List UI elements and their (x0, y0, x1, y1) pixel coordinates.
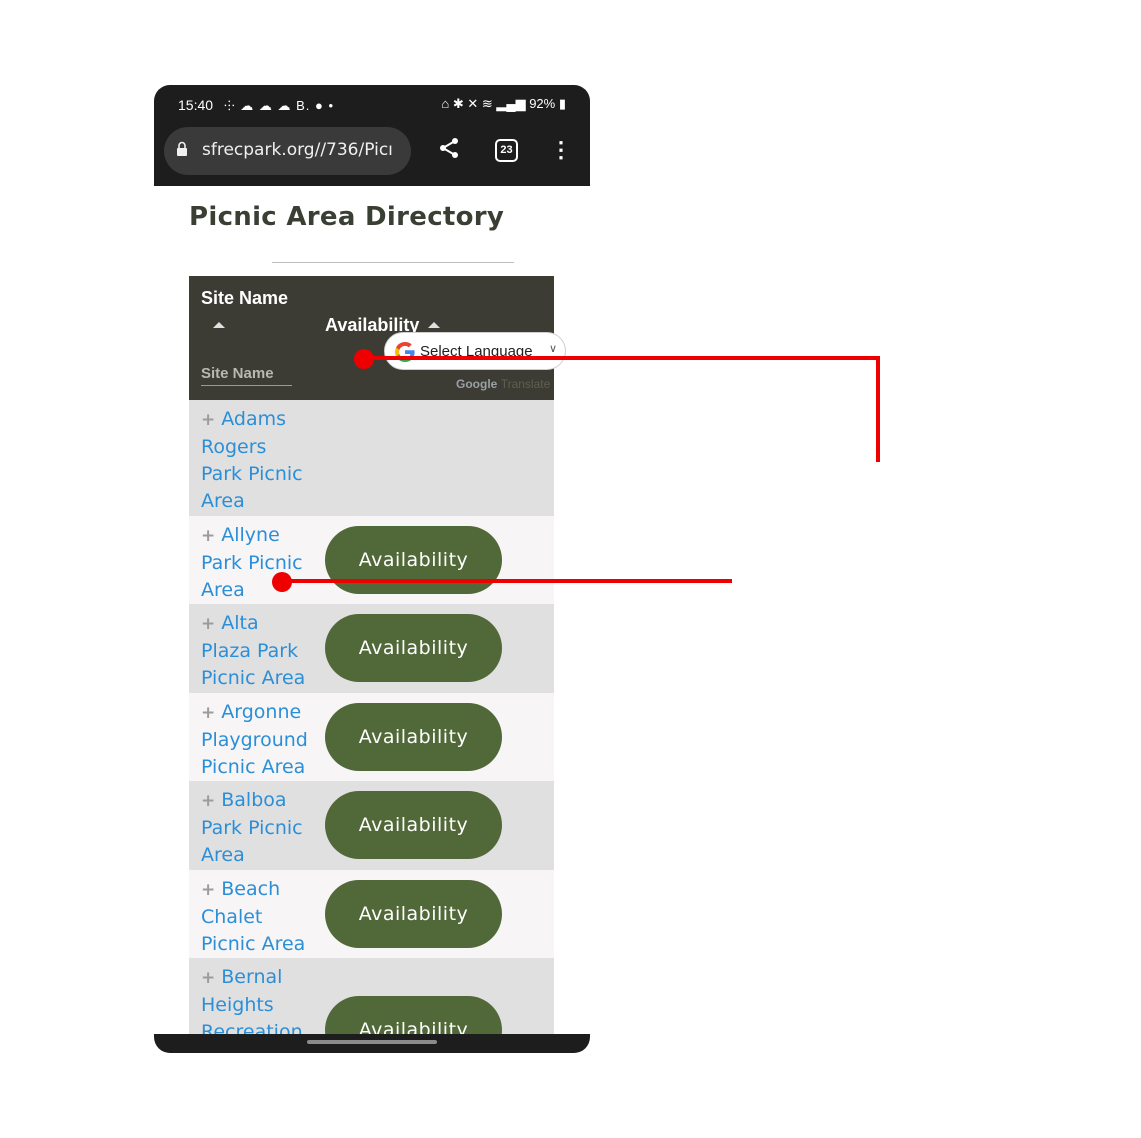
table-row: + Alta Plaza Park Picnic Area Availabilit… (189, 604, 554, 693)
sort-asc-icon[interactable] (428, 322, 440, 328)
site-name-line: Park Picnic (201, 463, 303, 485)
status-bar: 15:40 ⸭ ☁ ☁ ☁ B. ● • ⌂ ✱ ✕ ≋ ▂▄▆ 92% ▮ (154, 85, 590, 125)
site-name-line: Adams (221, 408, 287, 430)
site-name-link[interactable]: + Alta Plaza Park Picnic Area (201, 610, 311, 692)
table-row: + Beach Chalet Picnic Area Availability (189, 870, 554, 958)
availability-button[interactable]: Availability (325, 880, 502, 948)
annotation-line (876, 356, 880, 462)
share-icon[interactable] (438, 137, 460, 165)
translate-wordmark: Translate (500, 377, 551, 391)
overflow-menu-icon[interactable]: ⋮ (550, 137, 572, 163)
site-name-line: Area (201, 844, 245, 866)
site-name-line: Recreation (201, 1021, 303, 1035)
address-bar[interactable]: sfrecpark.org//736/Picı (164, 127, 411, 175)
home-indicator[interactable] (307, 1040, 437, 1044)
site-name-line: Chalet (201, 906, 263, 928)
site-name-line: Playground (201, 729, 308, 751)
site-name-link[interactable]: + Bernal Heights Recreation (201, 964, 311, 1035)
site-name-line: Picnic Area (201, 933, 306, 955)
expand-plus-icon[interactable]: + (201, 614, 215, 634)
site-name-link[interactable]: + Allyne Park Picnic Area (201, 522, 311, 604)
site-name-link[interactable]: + Beach Chalet Picnic Area (201, 876, 311, 958)
site-name-line: Plaza Park (201, 640, 299, 662)
lock-icon (177, 141, 187, 156)
site-name-link[interactable]: + Argonne Playground Picnic Area (201, 699, 311, 781)
site-name-line: Allyne (221, 524, 280, 546)
availability-button[interactable]: Availability (325, 703, 502, 771)
table-row: + Adams Rogers Park Picnic Area (189, 400, 554, 516)
site-name-line: Park Picnic (201, 552, 303, 574)
status-time: 15:40 (178, 97, 214, 113)
google-wordmark: Google (456, 377, 498, 391)
annotation-marker (354, 349, 374, 369)
column-site-name[interactable]: Site Name (201, 288, 288, 309)
tab-switcher-button[interactable]: 23 (495, 139, 518, 162)
site-name-line: Area (201, 579, 245, 601)
battery-percent: 92% (529, 96, 556, 111)
table-row: + Balboa Park Picnic Area Availability (189, 781, 554, 870)
site-name-line: Picnic Area (201, 756, 306, 778)
annotation-line (364, 356, 880, 360)
availability-button[interactable]: Availability (325, 791, 502, 859)
expand-plus-icon[interactable]: + (201, 703, 215, 723)
site-name-line: Picnic Area (201, 667, 306, 689)
expand-plus-icon[interactable]: + (201, 410, 215, 430)
expand-plus-icon[interactable]: + (201, 968, 215, 988)
signal-icons: ⌂ ✱ ✕ ≋ ▂▄▆ (441, 96, 530, 111)
availability-button[interactable]: Availability (325, 526, 502, 594)
site-name-line: Alta (221, 612, 259, 634)
availability-button[interactable]: Availability (325, 996, 502, 1035)
site-name-line: Beach (221, 878, 281, 900)
picnic-table: Site Name Availability Select Language ∨ (189, 276, 566, 1035)
annotation-marker (272, 572, 292, 592)
battery-icon: ▮ (555, 96, 566, 111)
page-content: Picnic Area Directory Site Name Availabi… (154, 186, 590, 1035)
gesture-bar (154, 1034, 590, 1053)
language-select[interactable]: Select Language ∨ (384, 332, 566, 370)
sort-asc-icon[interactable] (213, 322, 225, 328)
site-name-line: Bernal (221, 966, 283, 988)
site-name-link[interactable]: + Adams Rogers Park Picnic Area (201, 406, 311, 515)
table-row: + Allyne Park Picnic Area Availability (189, 516, 554, 604)
site-name-line: Area (201, 490, 245, 512)
chevron-down-icon: ∨ (548, 343, 557, 355)
site-name-line: Balboa (221, 789, 287, 811)
expand-plus-icon[interactable]: + (201, 880, 215, 900)
site-name-line: Rogers (201, 436, 267, 458)
site-name-link[interactable]: + Balboa Park Picnic Area (201, 787, 311, 869)
site-name-filter-input[interactable] (201, 361, 292, 386)
powered-by-google-translate[interactable]: Google Translate (456, 377, 550, 391)
site-name-line: Argonne (221, 701, 302, 723)
notification-icons: ⸭ ☁ ☁ ☁ B. ● • (224, 98, 335, 113)
site-name-line: Heights (201, 994, 274, 1016)
table-row: + Bernal Heights Recreation Availability (189, 958, 554, 1035)
annotation-line (283, 579, 732, 583)
url-text: sfrecpark.org//736/Picı (202, 140, 393, 160)
page-title: Picnic Area Directory (189, 202, 505, 232)
availability-button[interactable]: Availability (325, 614, 502, 682)
table-header: Site Name Availability Select Language ∨ (189, 276, 566, 400)
expand-plus-icon[interactable]: + (201, 526, 215, 546)
site-name-line: Park Picnic (201, 817, 303, 839)
expand-plus-icon[interactable]: + (201, 791, 215, 811)
battery-status: ⌂ ✱ ✕ ≋ ▂▄▆ 92% ▮ (441, 96, 566, 112)
table-row: + Argonne Playground Picnic Area Availabi… (189, 693, 554, 781)
title-divider (272, 262, 514, 263)
phone-frame: 15:40 ⸭ ☁ ☁ ☁ B. ● • ⌂ ✱ ✕ ≋ ▂▄▆ 92% ▮ s… (154, 85, 590, 1053)
browser-toolbar: sfrecpark.org//736/Picı 23 ⋮ (154, 125, 590, 186)
google-g-icon (395, 342, 415, 362)
